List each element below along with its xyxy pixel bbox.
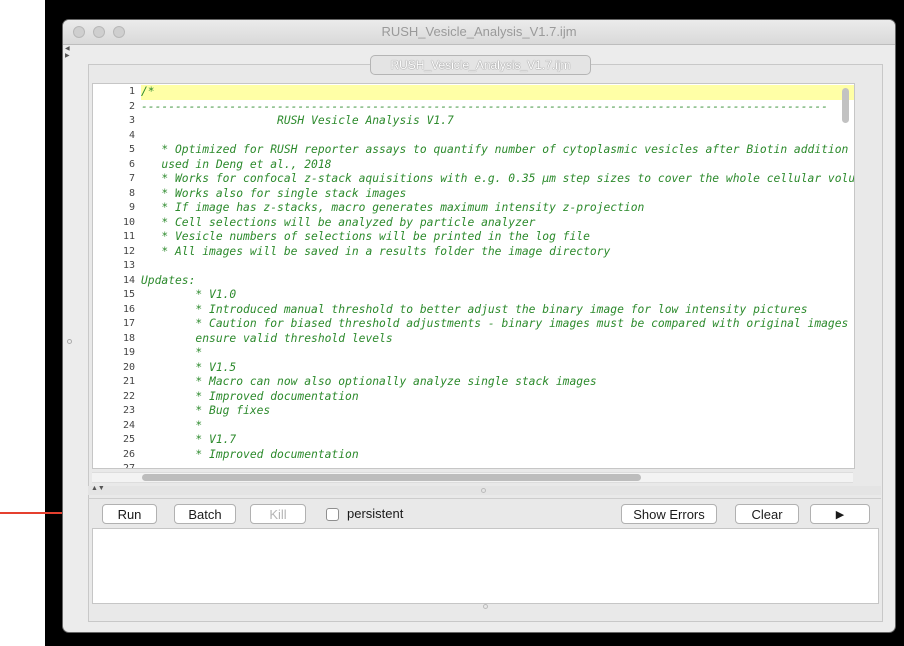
- persistent-checkbox[interactable]: [326, 508, 339, 521]
- line-number: 17: [122, 318, 135, 329]
- code-line[interactable]: ----------------------------------------…: [141, 100, 854, 115]
- line-number: 7: [128, 173, 135, 184]
- persistent-label[interactable]: persistent: [347, 504, 403, 524]
- code-line[interactable]: *: [141, 346, 854, 361]
- horizontal-scrollbar-thumb[interactable]: [142, 474, 641, 481]
- code-line[interactable]: * If image has z-stacks, macro generates…: [141, 201, 854, 216]
- kill-button[interactable]: Kill: [250, 504, 306, 524]
- code-line[interactable]: * Improved documentation: [141, 390, 854, 405]
- code-line[interactable]: [141, 259, 854, 274]
- code-line[interactable]: * V1.0: [141, 288, 854, 303]
- line-number: 15: [122, 289, 135, 300]
- tab-file[interactable]: RUSH_Vesicle_Analysis_V1.7.ijm: [370, 55, 591, 75]
- code-line[interactable]: * Introduced manual threshold to better …: [141, 303, 854, 318]
- code-line[interactable]: * Vesicle numbers of selections will be …: [141, 230, 854, 245]
- horizontal-scrollbar-track[interactable]: [92, 472, 853, 483]
- code-line[interactable]: ensure valid threshold levels: [141, 332, 854, 347]
- code-line[interactable]: [141, 129, 854, 144]
- line-number: 27: [122, 463, 135, 469]
- line-number: 6: [128, 158, 135, 170]
- line-number: 20: [122, 361, 135, 373]
- log-output-area[interactable]: [92, 528, 879, 604]
- code-line[interactable]: Updates:: [141, 274, 854, 289]
- show-errors-button[interactable]: Show Errors: [621, 504, 717, 524]
- code-line[interactable]: * Optimized for RUSH reporter assays to …: [141, 143, 854, 158]
- code-line[interactable]: * Works also for single stack images: [141, 187, 854, 202]
- code-line[interactable]: * All images will be saved in a results …: [141, 245, 854, 260]
- macro-editor-window: RUSH_Vesicle_Analysis_V1.7.ijm ◀ ▶ RUSH_V…: [63, 20, 895, 632]
- run-button[interactable]: Run: [102, 504, 157, 524]
- clear-button[interactable]: Clear: [735, 504, 799, 524]
- line-number: 5: [128, 144, 135, 155]
- line-number: 26: [122, 448, 135, 460]
- code-line[interactable]: * Caution for biased threshold adjustmen…: [141, 317, 854, 332]
- bottom-grip[interactable]: [483, 604, 488, 609]
- title-bar[interactable]: RUSH_Vesicle_Analysis_V1.7.ijm: [63, 20, 895, 45]
- split-arrows-icon[interactable]: ▲▼: [91, 485, 105, 492]
- line-number: 8: [128, 187, 135, 199]
- code-line[interactable]: [141, 462, 854, 468]
- line-number: 16: [122, 303, 135, 315]
- code-line[interactable]: * Works for confocal z-stack aquisitions…: [141, 172, 854, 187]
- code-line[interactable]: * V1.7: [141, 433, 854, 448]
- code-editor[interactable]: 1 2 3 4 5 6 7 8 9 10 11 12 13 14 15 16 17 18 19 20 21 22 23 24 2…: [92, 83, 855, 469]
- line-number: 3: [128, 115, 135, 126]
- code-text-area[interactable]: /* --------------------------------------…: [141, 84, 854, 468]
- code-line[interactable]: *: [141, 419, 854, 434]
- play-icon[interactable]: ▶: [810, 504, 870, 524]
- line-number: 11: [122, 231, 135, 242]
- code-line[interactable]: /*: [141, 85, 854, 100]
- code-line[interactable]: * Improved documentation: [141, 448, 854, 463]
- code-line[interactable]: * V1.5: [141, 361, 854, 376]
- side-drag-handle[interactable]: [67, 339, 72, 344]
- line-number: 14: [122, 274, 135, 286]
- line-number: 22: [122, 390, 135, 402]
- code-line[interactable]: used in Deng et al., 2018: [141, 158, 854, 173]
- line-number: 21: [122, 376, 135, 387]
- split-pane-divider[interactable]: ▲▼: [88, 485, 881, 495]
- line-number: 19: [122, 347, 135, 358]
- line-number: 18: [122, 332, 135, 344]
- window-title: RUSH_Vesicle_Analysis_V1.7.ijm: [381, 24, 577, 39]
- line-number: 25: [122, 434, 135, 445]
- line-number: 4: [128, 129, 135, 141]
- code-line[interactable]: * Cell selections will be analyzed by pa…: [141, 216, 854, 231]
- line-number: 23: [122, 405, 135, 416]
- line-number: 9: [128, 202, 135, 213]
- code-line[interactable]: RUSH Vesicle Analysis V1.7: [141, 114, 854, 129]
- line-number: 13: [122, 260, 135, 271]
- line-number: 12: [122, 245, 135, 257]
- code-line[interactable]: * Bug fixes: [141, 404, 854, 419]
- line-number: 1: [128, 86, 135, 97]
- code-line[interactable]: * Macro can now also optionally analyze …: [141, 375, 854, 390]
- line-number: 24: [122, 419, 135, 431]
- line-number: 2: [128, 100, 135, 112]
- line-number-gutter: 1 2 3 4 5 6 7 8 9 10 11 12 13 14 15 16 17 18 19 20 21 22 23 24 2…: [93, 84, 140, 468]
- batch-button[interactable]: Batch: [174, 504, 236, 524]
- vertical-scrollbar[interactable]: [842, 88, 849, 123]
- button-row: Run Batch Kill persistent Show Errors Cl…: [88, 498, 881, 527]
- line-number: 10: [122, 216, 135, 228]
- divider-grip[interactable]: [481, 488, 486, 493]
- collapse-arrows-icon[interactable]: ◀ ▶: [65, 46, 70, 60]
